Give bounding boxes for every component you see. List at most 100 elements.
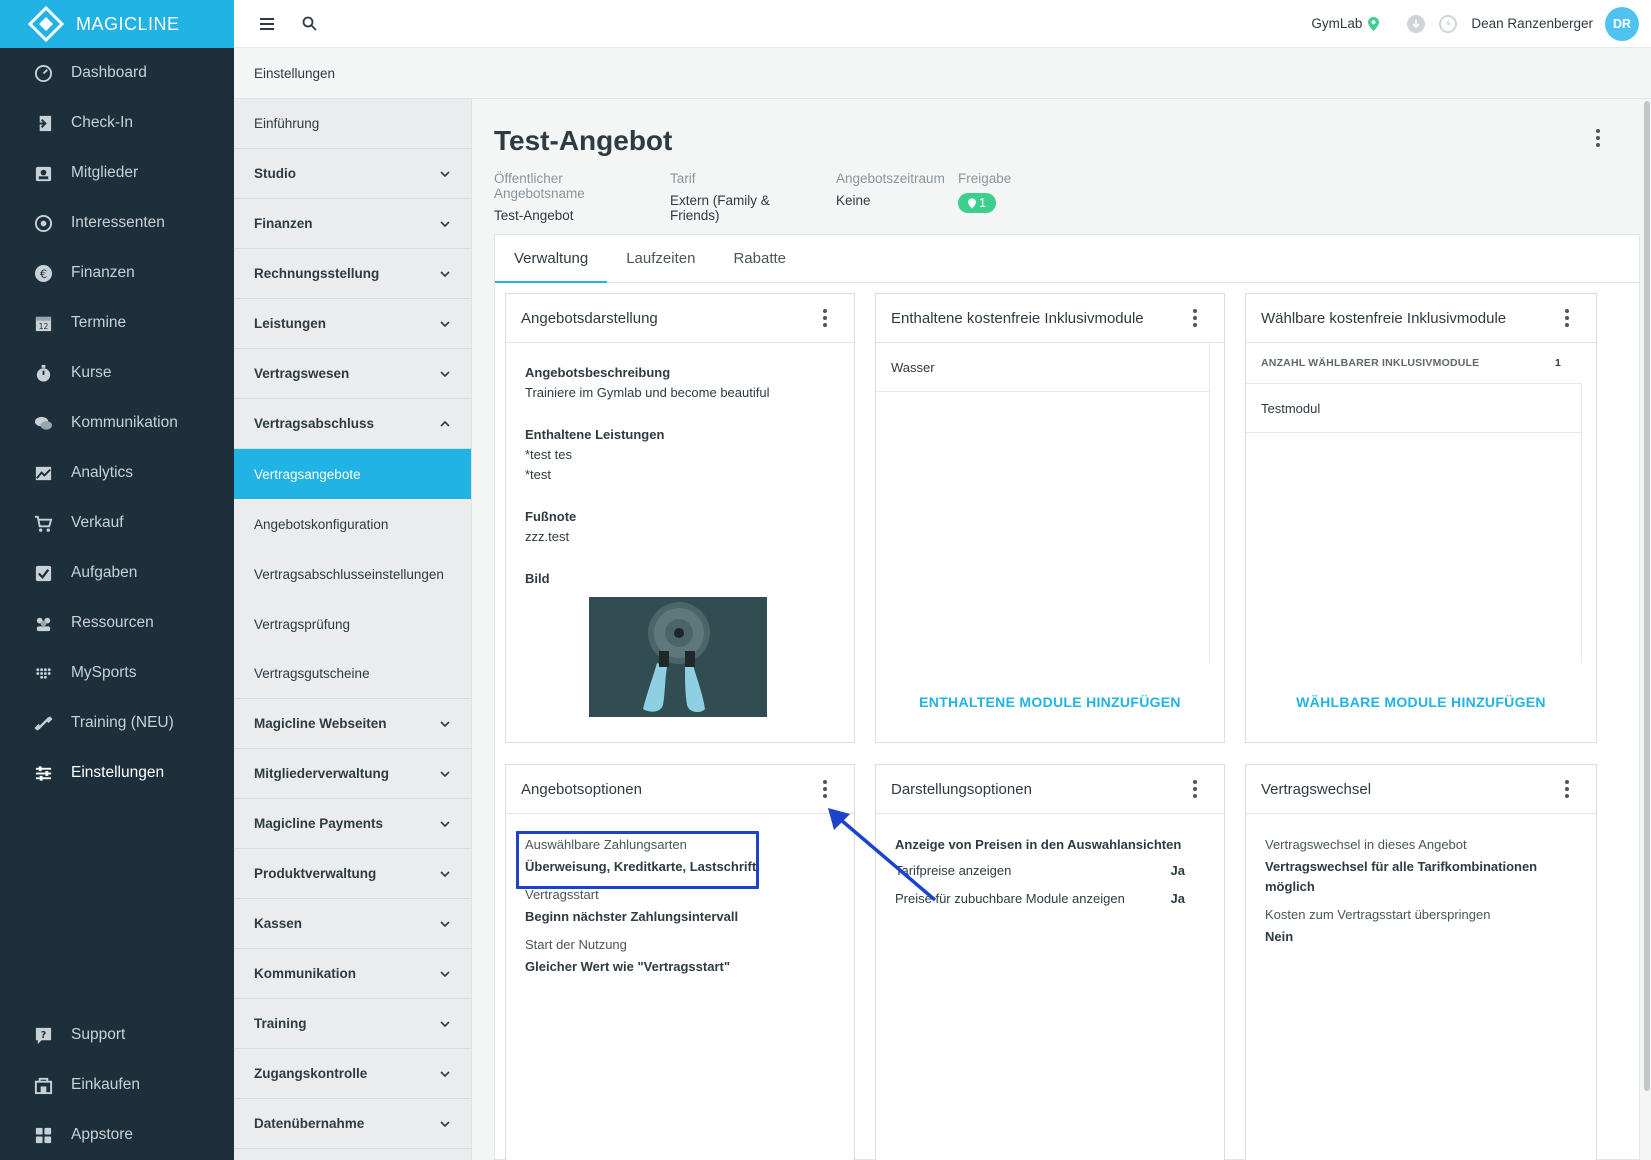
menu-toggle-button[interactable] [248, 5, 286, 43]
target-icon [33, 213, 53, 233]
nav-item-analytics[interactable]: Analytics [0, 448, 234, 498]
subnav-item-vertragswesen[interactable]: Vertragswesen [234, 349, 471, 399]
offer-image[interactable] [589, 597, 767, 717]
nav-item-dashboard[interactable]: Dashboard [0, 48, 234, 98]
nav-item-termine[interactable]: 12 Termine [0, 298, 234, 348]
subnav-item-datenuebernahme[interactable]: Datenübernahme [234, 1099, 471, 1149]
subnav-label: Finanzen [254, 216, 313, 231]
meta-freigabe: Freigabe 1 [958, 171, 1011, 223]
nav-label: Analytics [71, 464, 134, 481]
nav-item-einstellungen[interactable]: Einstellungen [0, 748, 234, 798]
subnav-item-zugangskontrolle[interactable]: Zugangskontrolle [234, 1049, 471, 1099]
subnav-label: Angebotskonfiguration [254, 516, 389, 532]
service-item: *test [525, 467, 552, 482]
breadcrumb: Einstellungen [234, 48, 1651, 99]
avatar[interactable]: DR [1605, 6, 1639, 41]
switch-label: Vertragswechsel in dieses Angebot [1265, 837, 1467, 852]
subnav-item-produktverwaltung[interactable]: Produktverwaltung [234, 849, 471, 899]
chevron-down-icon [440, 220, 450, 227]
card-more-button[interactable] [1184, 305, 1206, 331]
search-button[interactable] [290, 5, 328, 43]
user-name[interactable]: Dean Ranzenberger [1471, 16, 1593, 31]
card-title: Enthaltene kostenfreie Inklusivmodule [891, 309, 1144, 327]
card-more-button[interactable] [1184, 776, 1206, 802]
subnav-item-angebotskonfiguration[interactable]: Angebotskonfiguration [234, 499, 471, 549]
subnav-item-einfuehrung[interactable]: Einführung [234, 99, 471, 149]
footnote-label: Fußnote [525, 509, 577, 524]
card-waehlbare-module: Wählbare kostenfreie Inklusivmodule ANZA… [1245, 293, 1597, 743]
subnav-label: Studio [254, 166, 296, 181]
nav-item-kurse[interactable]: Kurse [0, 348, 234, 398]
nav-item-appstore[interactable]: Appstore [0, 1110, 234, 1160]
description-value: Trainiere im Gymlab und become beautiful [525, 385, 770, 400]
page-scrollbar[interactable] [1642, 99, 1651, 1160]
subnav-item-kassen[interactable]: Kassen [234, 899, 471, 949]
chevron-down-icon [440, 170, 450, 177]
subnav-item-vertragspruefung[interactable]: Vertragsprüfung [234, 599, 471, 649]
subnav-item-magicline-webseiten[interactable]: Magicline Webseiten [234, 699, 471, 749]
nav-label: Kurse [71, 364, 112, 381]
add-included-modules-button[interactable]: ENTHALTENE MODULE HINZUFÜGEN [876, 694, 1224, 710]
nav-label: Check-In [71, 114, 134, 131]
nav-item-kommunikation[interactable]: Kommunikation [0, 398, 234, 448]
freigabe-badge[interactable]: 1 [958, 193, 996, 213]
brand-logo[interactable]: MAGICLINE [0, 0, 234, 48]
subnav-item-magicline-payments[interactable]: Magicline Payments [234, 799, 471, 849]
nav-item-mitglieder[interactable]: Mitglieder [0, 148, 234, 198]
card-more-button[interactable] [814, 776, 836, 802]
nav-item-einkaufen[interactable]: Einkaufen [0, 1060, 234, 1110]
subnav-item-vertragsabschluss[interactable]: Vertragsabschluss [234, 399, 471, 449]
checkbox-icon [33, 563, 53, 583]
subnav-label: Vertragsabschluss [254, 416, 375, 431]
apps-icon [33, 1125, 53, 1145]
subnav-item-finanzen[interactable]: Finanzen [234, 199, 471, 249]
chevron-down-icon [440, 370, 450, 377]
nav-item-aufgaben[interactable]: Aufgaben [0, 548, 234, 598]
nav-item-support[interactable]: ? Support [0, 1010, 234, 1060]
add-selectable-modules-button[interactable]: WÄHLBARE MODULE HINZUFÜGEN [1246, 694, 1596, 710]
nav-item-training[interactable]: Training (NEU) [0, 698, 234, 748]
nav-item-ressourcen[interactable]: Ressourcen [0, 598, 234, 648]
list-item[interactable]: Wasser [876, 343, 1209, 392]
subnav-item-vertragsgutscheine[interactable]: Vertragsgutscheine [234, 649, 471, 699]
nav-item-verkauf[interactable]: Verkauf [0, 498, 234, 548]
download-icon[interactable] [1407, 14, 1426, 33]
footnote-value: zzz.test [525, 529, 570, 544]
description-label: Angebotsbeschreibung [525, 365, 671, 380]
nav-item-checkin[interactable]: Check-In [0, 98, 234, 148]
tab-rabatte[interactable]: Rabatte [714, 235, 805, 282]
chevron-down-icon [440, 920, 450, 927]
subnav-item-vertragsangebote[interactable]: Vertragsangebote [234, 449, 471, 499]
card-more-button[interactable] [1556, 305, 1578, 331]
card-more-button[interactable] [814, 305, 836, 331]
list-item[interactable]: Testmodul [1246, 384, 1581, 433]
nav-label: Einkaufen [71, 1076, 140, 1093]
subnav-label: Vertragsangebote [254, 466, 361, 482]
subnav-item-training[interactable]: Training [234, 999, 471, 1049]
studio-selector[interactable]: GymLab [1311, 16, 1380, 31]
subnav-item-studio[interactable]: Studio [234, 149, 471, 199]
breadcrumb-item[interactable]: Einstellungen [254, 66, 335, 81]
subnav-item-kommunikation[interactable]: Kommunikation [234, 949, 471, 999]
card-header: Angebotsdarstellung [506, 294, 854, 343]
subnav-item-leistungen[interactable]: Leistungen [234, 299, 471, 349]
subnav-item-rechnungsstellung[interactable]: Rechnungsstellung [234, 249, 471, 299]
card-more-button[interactable] [1556, 776, 1578, 802]
nav-item-interessenten[interactable]: Interessenten [0, 198, 234, 248]
clock-icon[interactable] [1439, 14, 1458, 33]
tab-laufzeiten[interactable]: Laufzeiten [607, 235, 714, 282]
usage-start-value: Gleicher Wert wie "Vertragsstart" [525, 959, 731, 974]
svg-text:€: € [39, 266, 46, 280]
subnav-item-mitgliederverwaltung[interactable]: Mitgliederverwaltung [234, 749, 471, 799]
chevron-down-icon [440, 1120, 450, 1127]
nav-label: Termine [71, 314, 127, 331]
nav-item-mysports[interactable]: MySports [0, 648, 234, 698]
meta-public-name: Öffentlicher Angebotsname Test-Angebot [494, 171, 654, 223]
nav-item-finanzen[interactable]: € Finanzen [0, 248, 234, 298]
page-more-button[interactable] [1587, 125, 1609, 151]
scrollbar-thumb[interactable] [1644, 101, 1650, 1091]
card-header: Angebotsoptionen [506, 765, 854, 814]
tab-verwaltung[interactable]: Verwaltung [495, 235, 608, 283]
meta-label: Tarif [670, 171, 696, 186]
subnav-item-vertragsabschlusseinstellungen[interactable]: Vertragsabschlusseinstellungen [234, 549, 471, 599]
